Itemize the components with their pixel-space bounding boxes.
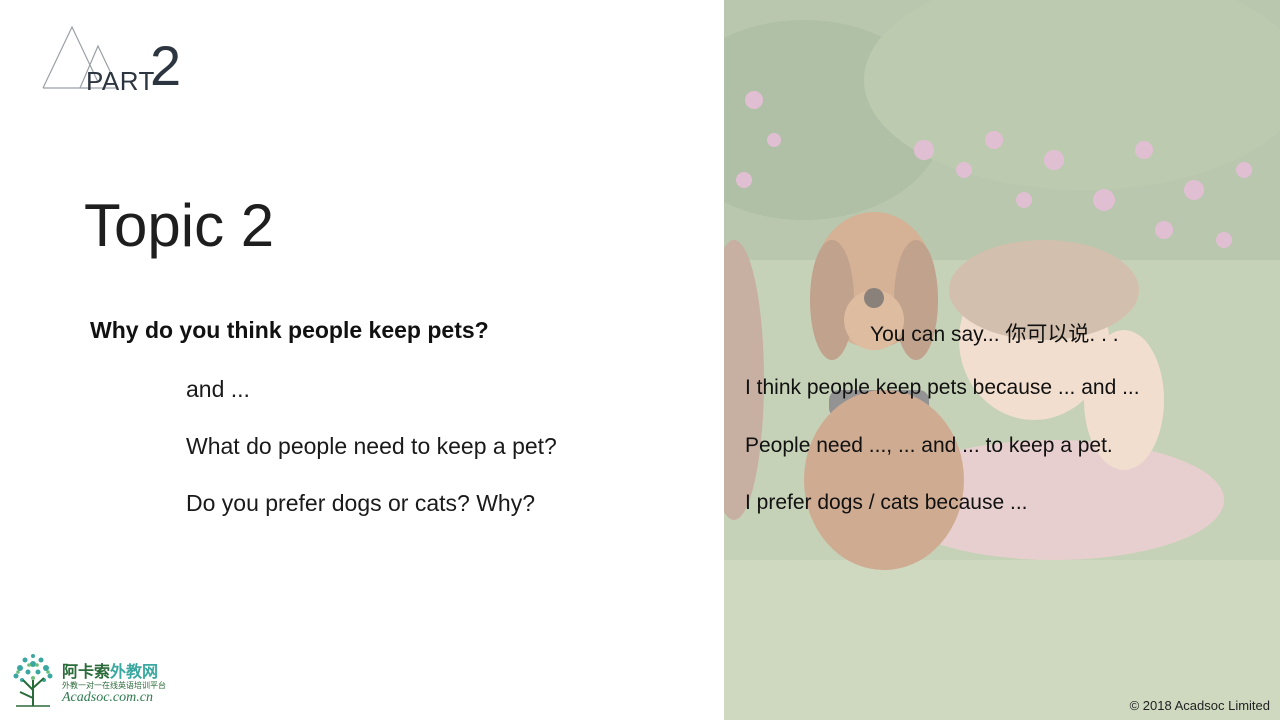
logo-name: 阿卡索外教网 (62, 658, 158, 682)
followup-question: Do you prefer dogs or cats? Why? (186, 490, 535, 516)
sentence-frame: I prefer dogs / cats because ... (745, 491, 1028, 514)
photo-overlay (724, 0, 1280, 720)
part-number: 2 (150, 34, 182, 97)
main-question: Why do you think people keep pets? (90, 317, 489, 343)
acadsoc-logo: 阿卡索外教网 外教一对一在线英语培训平台 Acadsoc.com.cn (8, 650, 178, 710)
sentence-frame: People need ..., ... and ... to keep a p… (745, 434, 1113, 457)
photo-panel (724, 0, 1280, 720)
followup-question: and ... (186, 376, 250, 402)
slide: PART 2 Topic 2 Why do you think people k… (0, 0, 1280, 720)
you-can-say-intro: You can say... 你可以说. . . (870, 323, 1119, 346)
logo-url: Acadsoc.com.cn (62, 690, 153, 705)
copyright-text: © 2018 Acadsoc Limited (1129, 698, 1270, 713)
logo-name-part2: 外教网 (110, 662, 159, 681)
logo-name-part1: 阿卡索 (62, 662, 111, 681)
topic-title: Topic 2 (84, 192, 275, 259)
part-label: PART (86, 66, 155, 96)
tree-logo-icon (13, 654, 53, 707)
followup-question: What do people need to keep a pet? (186, 433, 557, 459)
sentence-frame: I think people keep pets because ... and… (745, 376, 1140, 399)
